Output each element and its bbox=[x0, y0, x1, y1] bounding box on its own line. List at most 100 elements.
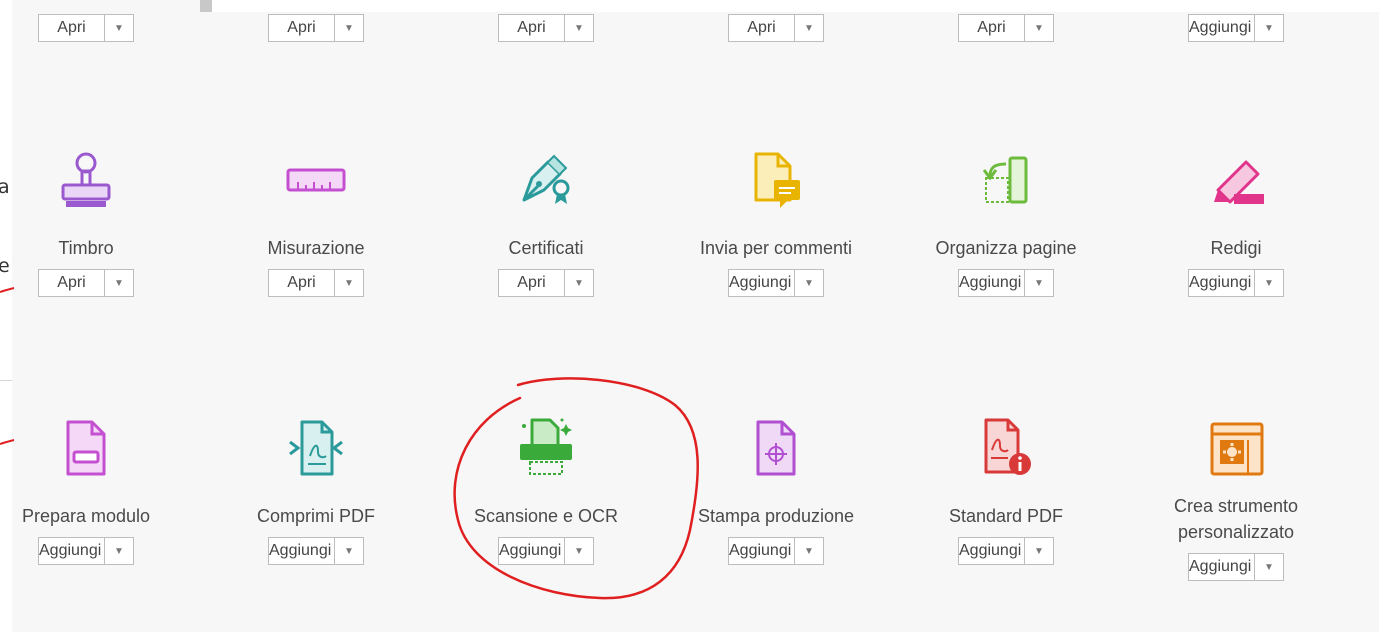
tool-tile: Apri ▼ bbox=[431, 14, 661, 42]
open-button-label[interactable]: Apri bbox=[499, 15, 565, 41]
chevron-down-icon[interactable]: ▼ bbox=[335, 15, 363, 41]
tool-name: Comprimi PDF bbox=[256, 506, 375, 526]
open-button-label[interactable]: Apri bbox=[729, 15, 795, 41]
open-button-label[interactable]: Apri bbox=[39, 270, 105, 296]
tool-tile-print-production[interactable]: Stampa produzione Aggiungi ▼ bbox=[661, 413, 891, 565]
tool-name: Misurazione bbox=[267, 238, 365, 258]
top-strip bbox=[200, 0, 1379, 12]
add-button-label[interactable]: Aggiungi bbox=[959, 538, 1025, 564]
tool-open-button[interactable]: Apri ▼ bbox=[498, 269, 594, 297]
tool-tile-certificates[interactable]: Certificati Apri ▼ bbox=[431, 145, 661, 297]
chevron-down-icon[interactable]: ▼ bbox=[1025, 270, 1053, 296]
redact-icon[interactable] bbox=[1204, 145, 1268, 215]
tool-add-button[interactable]: Aggiungi ▼ bbox=[1188, 269, 1284, 297]
add-button-label[interactable]: Aggiungi bbox=[1189, 270, 1255, 296]
tools-page: a e Apri ▼ Apri ▼ Apri ▼ Apri ▼ Apri ▼ A… bbox=[0, 0, 1379, 632]
add-button-label[interactable]: Aggiungi bbox=[499, 538, 565, 564]
chevron-down-icon[interactable]: ▼ bbox=[1255, 270, 1283, 296]
tool-open-button[interactable]: Apri ▼ bbox=[498, 14, 594, 42]
compress-pdf-icon[interactable] bbox=[284, 413, 348, 483]
tool-tile-measure[interactable]: Misurazione Apri ▼ bbox=[201, 145, 431, 297]
add-button-label[interactable]: Aggiungi bbox=[39, 538, 105, 564]
add-button-label[interactable]: Aggiungi bbox=[1189, 15, 1255, 41]
tool-name-line: Crea strumento bbox=[1173, 496, 1299, 516]
certificate-pen-icon[interactable] bbox=[514, 145, 578, 215]
tool-name: Stampa produzione bbox=[697, 506, 855, 526]
chevron-down-icon[interactable]: ▼ bbox=[105, 538, 133, 564]
chevron-down-icon[interactable]: ▼ bbox=[795, 270, 823, 296]
tool-add-button[interactable]: Aggiungi ▼ bbox=[498, 537, 594, 565]
tool-add-button[interactable]: Aggiungi ▼ bbox=[268, 537, 364, 565]
tool-name-line: personalizzato bbox=[1177, 522, 1295, 542]
tool-tile-custom-tool[interactable]: Crea strumento personalizzato Aggiungi ▼ bbox=[1121, 413, 1351, 581]
tool-add-button[interactable]: Aggiungi ▼ bbox=[728, 269, 824, 297]
tool-tile: Apri ▼ bbox=[0, 14, 201, 42]
divider bbox=[0, 380, 12, 381]
tool-tile-pdf-standards[interactable]: Standard PDF Aggiungi ▼ bbox=[891, 413, 1121, 565]
open-button-label[interactable]: Apri bbox=[499, 270, 565, 296]
chevron-down-icon[interactable]: ▼ bbox=[795, 15, 823, 41]
tool-open-button[interactable]: Apri ▼ bbox=[728, 14, 824, 42]
tool-add-button[interactable]: Aggiungi ▼ bbox=[728, 537, 824, 565]
tool-tile-compress-pdf[interactable]: Comprimi PDF Aggiungi ▼ bbox=[201, 413, 431, 565]
add-button-label[interactable]: Aggiungi bbox=[959, 270, 1025, 296]
tool-add-button[interactable]: Aggiungi ▼ bbox=[38, 537, 134, 565]
add-button-label[interactable]: Aggiungi bbox=[1189, 554, 1255, 580]
tool-tile: Apri ▼ bbox=[891, 14, 1121, 42]
print-production-icon[interactable] bbox=[744, 413, 808, 483]
tool-tile: Apri ▼ bbox=[661, 14, 891, 42]
tool-add-button[interactable]: Aggiungi ▼ bbox=[1188, 553, 1284, 581]
chevron-down-icon[interactable]: ▼ bbox=[1255, 15, 1283, 41]
chevron-down-icon[interactable]: ▼ bbox=[565, 270, 593, 296]
tool-add-button[interactable]: Aggiungi ▼ bbox=[958, 269, 1054, 297]
ruler-icon[interactable] bbox=[284, 145, 348, 215]
prepare-form-icon[interactable] bbox=[54, 413, 118, 483]
tool-name: Standard PDF bbox=[948, 506, 1064, 526]
tool-open-button[interactable]: Apri ▼ bbox=[38, 269, 134, 297]
tool-name: Organizza pagine bbox=[935, 238, 1077, 258]
chevron-down-icon[interactable]: ▼ bbox=[1255, 554, 1283, 580]
chevron-down-icon[interactable]: ▼ bbox=[335, 538, 363, 564]
tool-open-button[interactable]: Apri ▼ bbox=[268, 269, 364, 297]
tool-tile-organize-pages[interactable]: Organizza pagine Aggiungi ▼ bbox=[891, 145, 1121, 297]
chevron-down-icon[interactable]: ▼ bbox=[1025, 15, 1053, 41]
tool-tile-send-comments[interactable]: Invia per commenti Aggiungi ▼ bbox=[661, 145, 891, 297]
add-button-label[interactable]: Aggiungi bbox=[729, 270, 795, 296]
pdf-standards-icon[interactable] bbox=[974, 413, 1038, 483]
send-comments-icon[interactable] bbox=[744, 145, 808, 215]
chevron-down-icon[interactable]: ▼ bbox=[795, 538, 823, 564]
chevron-down-icon[interactable]: ▼ bbox=[1025, 538, 1053, 564]
scrollbar-thumb[interactable] bbox=[200, 0, 212, 12]
add-button-label[interactable]: Aggiungi bbox=[729, 538, 795, 564]
open-button-label[interactable]: Apri bbox=[269, 270, 335, 296]
tool-name: Timbro bbox=[58, 238, 114, 258]
tool-tile-redact[interactable]: Redigi Aggiungi ▼ bbox=[1121, 145, 1351, 297]
stamp-icon[interactable] bbox=[54, 145, 118, 215]
open-button-label[interactable]: Apri bbox=[269, 15, 335, 41]
chevron-down-icon[interactable]: ▼ bbox=[335, 270, 363, 296]
tool-tile: Apri ▼ bbox=[201, 14, 431, 42]
tool-tile-prepare-form[interactable]: Prepara modulo Aggiungi ▼ bbox=[0, 413, 201, 565]
tool-name: Prepara modulo bbox=[21, 506, 151, 526]
tool-tile-stamp[interactable]: Timbro Apri ▼ bbox=[0, 145, 201, 297]
tool-tile: Aggiungi ▼ bbox=[1121, 14, 1351, 42]
open-button-label[interactable]: Apri bbox=[39, 15, 105, 41]
organize-pages-icon[interactable] bbox=[974, 145, 1038, 215]
chevron-down-icon[interactable]: ▼ bbox=[565, 15, 593, 41]
tool-tile-scan-ocr[interactable]: Scansione e OCR Aggiungi ▼ bbox=[431, 413, 661, 565]
custom-tool-icon[interactable] bbox=[1204, 413, 1268, 483]
tool-open-button[interactable]: Apri ▼ bbox=[38, 14, 134, 42]
add-button-label[interactable]: Aggiungi bbox=[269, 538, 335, 564]
chevron-down-icon[interactable]: ▼ bbox=[105, 270, 133, 296]
tool-name: Scansione e OCR bbox=[473, 506, 619, 526]
tool-add-button[interactable]: Aggiungi ▼ bbox=[1188, 14, 1284, 42]
tool-open-button[interactable]: Apri ▼ bbox=[958, 14, 1054, 42]
tool-name: Certificati bbox=[508, 238, 584, 258]
tool-add-button[interactable]: Aggiungi ▼ bbox=[958, 537, 1054, 565]
tool-open-button[interactable]: Apri ▼ bbox=[268, 14, 364, 42]
open-button-label[interactable]: Apri bbox=[959, 15, 1025, 41]
chevron-down-icon[interactable]: ▼ bbox=[565, 538, 593, 564]
scan-ocr-icon[interactable] bbox=[514, 413, 578, 483]
tool-name: Redigi bbox=[1210, 238, 1262, 258]
chevron-down-icon[interactable]: ▼ bbox=[105, 15, 133, 41]
